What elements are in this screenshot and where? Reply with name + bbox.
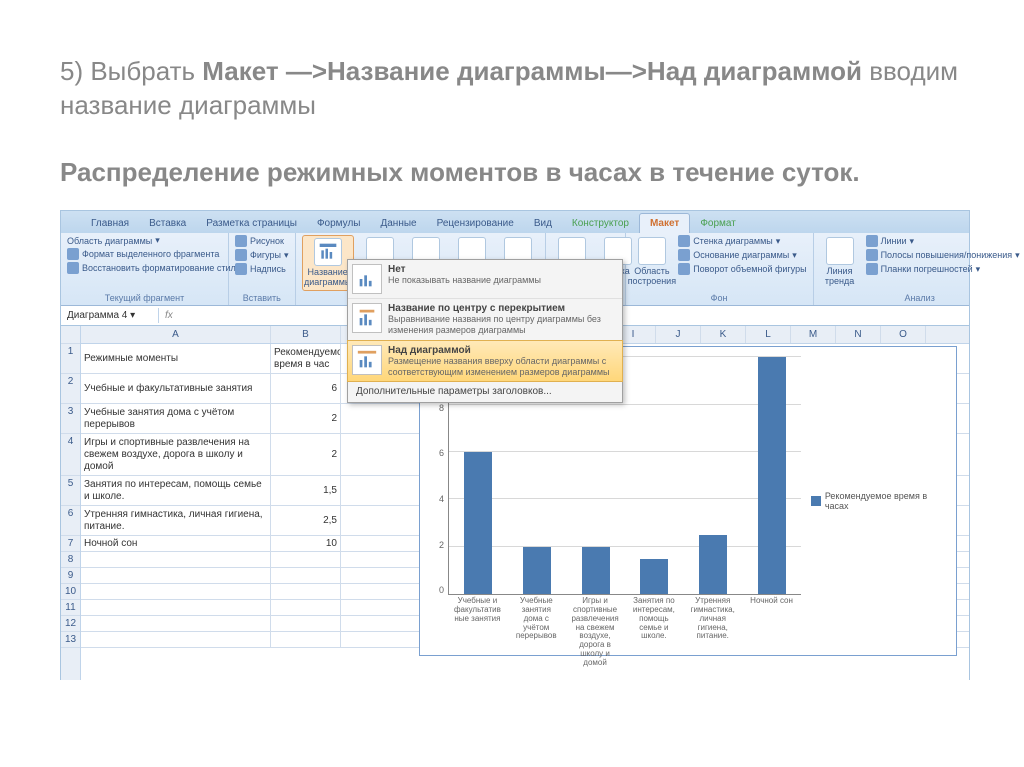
tab-formulas[interactable]: Формулы	[307, 214, 371, 233]
textbox-button[interactable]: Надпись	[235, 263, 289, 275]
tab-insert[interactable]: Вставка	[139, 214, 196, 233]
ribbon-tabs: Главная Вставка Разметка страницы Формул…	[61, 211, 969, 233]
dd-option-above[interactable]: Над диаграммойРазмещение названия вверху…	[347, 340, 623, 383]
errorbars-icon	[866, 263, 878, 275]
updown-icon	[866, 249, 878, 261]
x-label: Учебные и факультативные занятия	[452, 597, 502, 652]
lines-button[interactable]: Линии ▾	[866, 235, 1020, 247]
picture-icon	[235, 235, 247, 247]
chart-bar	[464, 452, 492, 594]
floor-icon	[678, 249, 690, 261]
tab-data[interactable]: Данные	[370, 214, 426, 233]
dd-option-none[interactable]: НетНе показывать название диаграммы	[348, 260, 622, 299]
chart-bar	[699, 535, 727, 594]
lines-icon	[866, 235, 878, 247]
row-headers: 1 2 3 4 5 6 7 8 9 10 11 12 13	[61, 326, 81, 680]
x-label: Занятия по интересам, помощь семье и шко…	[629, 597, 679, 652]
chart-x-labels: Учебные и факультативные занятияУчебные …	[448, 597, 801, 652]
chart-title-dropdown: НетНе показывать название диаграммы Назв…	[347, 259, 623, 403]
chart-bar	[640, 559, 668, 595]
above-icon	[352, 345, 382, 375]
plot-area-icon	[638, 237, 666, 265]
chart-bar	[582, 547, 610, 594]
chart-bar	[758, 357, 786, 594]
tab-layout[interactable]: Макет	[639, 213, 690, 233]
centered-icon	[352, 303, 382, 333]
dd-option-centered[interactable]: Название по центру с перекрытиемВыравнив…	[348, 299, 622, 341]
reset-icon	[67, 262, 79, 274]
fx-label: fx	[159, 310, 179, 321]
chart-legend: Рекомендуемое время в часах	[806, 347, 956, 655]
trendline-icon	[826, 237, 854, 265]
chart-title-icon	[314, 238, 342, 266]
legend-swatch-icon	[811, 496, 821, 506]
none-icon	[352, 264, 382, 294]
plot-area-button[interactable]: Область построения	[632, 235, 673, 289]
dd-more-options[interactable]: Дополнительные параметры заголовков...	[348, 381, 622, 402]
tab-view[interactable]: Вид	[524, 214, 562, 233]
error-bars-button[interactable]: Планки погрешностей ▾	[866, 263, 1020, 275]
tab-page-layout[interactable]: Разметка страницы	[196, 214, 307, 233]
picture-button[interactable]: Рисунок	[235, 235, 289, 247]
name-box[interactable]: Диаграмма 4 ▾	[61, 308, 159, 323]
updown-bars-button[interactable]: Полосы повышения/понижения ▾	[866, 249, 1020, 261]
textbox-icon	[235, 263, 247, 275]
wall-icon	[678, 235, 690, 247]
rotation-button[interactable]: Поворот объемной фигуры	[678, 263, 806, 275]
chart-floor-button[interactable]: Основание диаграммы ▾	[678, 249, 806, 261]
format-selection-button[interactable]: Формат выделенного фрагмента	[67, 248, 241, 260]
tab-format[interactable]: Формат	[690, 214, 746, 233]
chart-wall-button[interactable]: Стенка диаграммы ▾	[678, 235, 806, 247]
x-label: Ночной сон	[747, 597, 797, 652]
format-icon	[67, 248, 79, 260]
x-label: Утренняя гимнастика, личная гигиена, пит…	[688, 597, 738, 652]
reset-style-button[interactable]: Восстановить форматирование стиля	[67, 262, 241, 274]
tab-home[interactable]: Главная	[81, 214, 139, 233]
x-label: Игры и спортивные развлечения на свежем …	[570, 597, 620, 652]
tab-design[interactable]: Конструктор	[562, 214, 639, 233]
slide-heading: 5) Выбрать Макет —>Название диаграммы—>Н…	[60, 55, 964, 190]
trendline-button[interactable]: Линия тренда	[820, 235, 860, 289]
excel-screenshot: Главная Вставка Разметка страницы Формул…	[60, 210, 970, 680]
chart-title-button[interactable]: Название диаграммы	[302, 235, 354, 291]
tab-review[interactable]: Рецензирование	[427, 214, 524, 233]
chart-area-dropdown[interactable]: Область диаграммы ▾	[67, 235, 241, 246]
x-label: Учебные занятия дома с учётом перерывов	[511, 597, 561, 652]
rotation-icon	[678, 263, 690, 275]
shapes-button[interactable]: Фигуры ▾	[235, 249, 289, 261]
shapes-icon	[235, 249, 247, 261]
chart-bar	[523, 547, 551, 594]
